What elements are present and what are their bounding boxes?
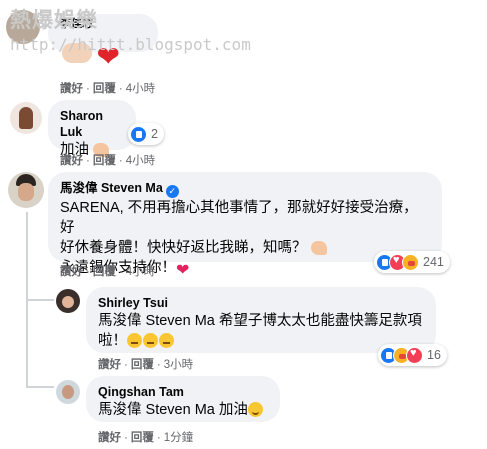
comment-author[interactable]: Qingshan Tam xyxy=(98,384,268,400)
avatar-photo xyxy=(19,107,33,129)
timestamp[interactable]: 4小時 xyxy=(126,83,155,95)
like-link[interactable]: 讚好 xyxy=(98,359,121,371)
avatar[interactable] xyxy=(6,10,40,44)
sad-emoji-icon xyxy=(127,333,142,348)
comment-actions: 讚好 · 回覆 · 3小時 xyxy=(98,359,194,371)
comment-steven-ma: 馬浚偉 Steven Ma ✓ SARENA, 不用再擔心其他事情了，那就好好接受… xyxy=(0,168,487,280)
comment-author[interactable]: 馬浚偉 Steven Ma ✓ xyxy=(60,180,430,198)
comment-bubble: Qingshan Tam 馬浚偉 Steven Ma 加油 xyxy=(86,376,280,422)
comment-bubble: Sharon Luk 加油 xyxy=(48,100,136,158)
comment-sharon-luk: Sharon Luk 加油 2 讚好 · 回覆 · 4小時 xyxy=(0,96,487,167)
comment-line: 啦！ xyxy=(98,331,424,351)
timestamp[interactable]: 3小時 xyxy=(164,359,193,371)
heart-emoji-icon: ❤ xyxy=(176,262,190,279)
reaction-summary[interactable]: 241 xyxy=(374,251,450,273)
timestamp[interactable]: 4小時 xyxy=(126,266,155,278)
comment-emoji-body: ❤ xyxy=(62,40,120,73)
love-reaction-icon xyxy=(406,346,423,364)
like-reaction-icon xyxy=(130,125,147,143)
comment-author[interactable]: 李佳芯 xyxy=(60,16,146,32)
reply-qingshan-tam: Qingshan Tam 馬浚偉 Steven Ma 加油 讚好 · 回覆 · 1分鐘 xyxy=(0,374,487,449)
top-comment: 李佳芯 ❤ 讚好 · 回覆 · 4小時 xyxy=(0,0,487,95)
like-link[interactable]: 讚好 xyxy=(60,155,83,167)
comment-line: 好休養身體！快快好返比我睇，知嗎？ xyxy=(60,238,430,258)
like-link[interactable]: 讚好 xyxy=(60,83,83,95)
care-reaction-icon xyxy=(402,253,419,271)
sad-emoji-icon xyxy=(159,333,174,348)
timestamp[interactable]: 1分鐘 xyxy=(164,432,193,444)
reply-link[interactable]: 回覆 xyxy=(93,266,116,278)
reaction-count: 16 xyxy=(427,348,441,362)
reply-link[interactable]: 回覆 xyxy=(131,359,154,371)
comment-line: SARENA, 不用再擔心其他事情了，那就好好接受治療，好 xyxy=(60,200,418,236)
avatar[interactable] xyxy=(10,102,42,134)
comment-actions: 讚好 · 回覆 · 4小時 xyxy=(60,83,156,95)
heart-emoji-icon: ❤ xyxy=(96,41,120,72)
like-link[interactable]: 讚好 xyxy=(98,432,121,444)
sad-emoji-icon xyxy=(143,333,158,348)
reaction-count: 241 xyxy=(423,255,444,269)
avatar[interactable] xyxy=(56,289,80,313)
avatar-face xyxy=(62,385,74,399)
reply-link[interactable]: 回覆 xyxy=(93,155,116,167)
avatar-face xyxy=(62,296,74,308)
reply-link[interactable]: 回覆 xyxy=(131,432,154,444)
avatar[interactable] xyxy=(8,172,44,208)
verified-badge-icon: ✓ xyxy=(165,185,179,198)
muscle-emoji-icon xyxy=(62,43,92,63)
avatar[interactable] xyxy=(56,380,80,404)
like-link[interactable]: 讚好 xyxy=(60,266,83,278)
smile-emoji-icon xyxy=(247,402,263,417)
comment-text: 馬浚偉 Steven Ma 加油 xyxy=(98,400,268,420)
reaction-summary[interactable]: 16 xyxy=(378,344,447,366)
comment-author[interactable]: Shirley Tsui xyxy=(98,295,424,311)
reaction-count: 2 xyxy=(151,127,158,141)
reply-link[interactable]: 回覆 xyxy=(93,83,116,95)
comment-actions: 讚好 · 回覆 · 4小時 xyxy=(60,155,156,167)
comment-text: 馬浚偉 Steven Ma 希望子博太太也能盡快籌足款項 啦！ xyxy=(98,311,424,351)
reaction-summary[interactable]: 2 xyxy=(128,123,164,145)
timestamp[interactable]: 4小時 xyxy=(126,155,155,167)
comment-line: 馬浚偉 Steven Ma 希望子博太太也能盡快籌足款項 xyxy=(98,313,422,329)
reply-shirley-tsui: Shirley Tsui 馬浚偉 Steven Ma 希望子博太太也能盡快籌足款… xyxy=(0,285,487,373)
comment-bubble: Shirley Tsui 馬浚偉 Steven Ma 希望子博太太也能盡快籌足款… xyxy=(86,287,436,353)
comment-bubble: 馬浚偉 Steven Ma ✓ SARENA, 不用再擔心其他事情了，那就好好接受… xyxy=(48,172,442,279)
comment-author[interactable]: Sharon Luk xyxy=(60,108,124,140)
avatar-face xyxy=(18,183,34,201)
comment-actions: 讚好 · 回覆 · 4小時 xyxy=(60,266,156,278)
muscle-emoji-icon xyxy=(310,241,327,255)
comment-actions: 讚好 · 回覆 · 1分鐘 xyxy=(98,432,194,444)
